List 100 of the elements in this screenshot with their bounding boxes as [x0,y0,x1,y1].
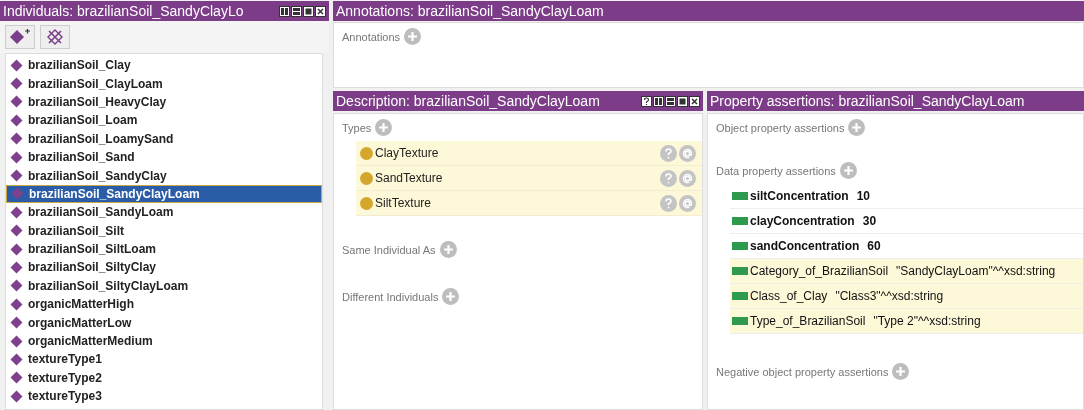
add-icon[interactable] [442,288,460,305]
at-sign-icon[interactable] [679,144,696,162]
diamond-icon [10,205,23,219]
data-property-row[interactable]: Type_of_BrazilianSoil "Type 2"^^xsd:string [730,309,1083,334]
property-icon [732,242,748,250]
individual-item[interactable]: brazilianSoil_SiltyClay [6,258,322,277]
individual-item[interactable]: organicMatterMedium [6,331,322,351]
horizontal-split-icon[interactable] [665,95,676,107]
diamond-icon [10,150,23,164]
property-name: siltConcentration [750,189,849,203]
add-icon[interactable] [848,119,866,136]
diamond-icon [10,389,23,403]
at-sign-icon[interactable] [679,169,696,187]
circle-icon [360,146,373,160]
circle-icon [360,196,373,210]
add-icon[interactable] [404,28,422,45]
add-icon[interactable] [375,119,393,136]
help-icon[interactable] [641,95,652,107]
diamond-icon [10,279,23,293]
individual-item[interactable]: brazilianSoil_SiltLoam [6,239,322,259]
crossed-diamond-icon [46,28,64,46]
diamond-icon [10,169,23,183]
individual-item[interactable]: brazilianSoil_SandyClayLoam [6,184,322,204]
panel-title: Annotations: brazilianSoil_SandyClayLoam [336,3,605,19]
individual-item[interactable]: brazilianSoil_SandyClay [6,166,322,185]
property-name: sandConcentration [750,239,860,253]
property-value: 60 [867,239,881,253]
section-label: Negative object property assertions [716,365,889,378]
add-individual-button[interactable] [5,25,35,49]
diamond-icon [10,242,23,256]
type-row[interactable]: SiltTexture [356,191,702,216]
add-icon[interactable] [892,363,910,380]
property-name: Category_of_BrazilianSoil [750,264,889,278]
individual-item[interactable]: organicMatterLow [6,313,322,332]
diamond-icon [10,371,23,385]
individual-item[interactable]: brazilianSoil_ClayLoam [6,74,322,93]
property-value: "Type 2"^^xsd:string [873,314,981,328]
individual-item[interactable]: brazilianSoil_LoamySand [6,129,322,148]
panel-title: Property assertions: brazilianSoil_SandyClayLoam [710,93,1026,109]
individual-item[interactable]: brazilianSoil_Loam [6,111,322,130]
panel-title: Individuals: brazilianSoil_SandyClayLo [3,3,245,19]
individual-item[interactable]: textureType1 [6,350,322,369]
at-sign-icon[interactable] [679,194,696,212]
diamond-icon [10,224,23,238]
individual-item[interactable]: brazilianSoil_Sand [6,147,322,167]
individual-item[interactable]: textureType2 [6,368,322,388]
close-icon[interactable] [315,5,326,17]
property-icon [732,292,748,300]
property-name: clayConcentration [750,214,855,228]
individual-item[interactable]: brazilianSoil_SandyLoam [6,203,322,222]
diamond-icon [10,334,23,348]
property-value: "SandyClayLoam"^^xsd:string [896,264,1056,278]
delete-individual-button[interactable] [40,25,70,49]
data-property-row[interactable]: siltConcentration 10 [730,184,1083,209]
property-icon [732,267,748,275]
individual-item[interactable]: brazilianSoil_Clay [6,56,322,75]
add-icon[interactable] [439,241,457,258]
diamond-icon [11,187,24,201]
type-row[interactable]: SandTexture [356,166,702,191]
panel-title: Description: brazilianSoil_SandyClayLoam [336,93,601,109]
diamond-plus-icon [9,29,31,45]
individual-item[interactable]: brazilianSoil_SiltyClayLoam [6,276,322,296]
individual-item[interactable]: organicMatterHigh [6,295,322,314]
data-property-row[interactable]: Class_of_Clay "Class3"^^xsd:string [730,284,1083,309]
diamond-icon [10,316,23,330]
diamond-icon [10,77,23,91]
section-label: Types [342,121,372,134]
diamond-icon [10,297,23,311]
add-icon[interactable] [839,162,857,179]
individual-item[interactable]: brazilianSoil_HeavyClay [6,92,322,112]
property-icon [732,317,748,325]
property-value: "Class3"^^xsd:string [835,289,944,303]
diamond-icon [10,58,23,72]
property-name: Type_of_BrazilianSoil [750,314,866,328]
property-icon [732,217,748,225]
circle-icon [360,171,373,185]
split-view-icon[interactable] [279,5,290,17]
diamond-icon [10,352,23,366]
maximize-icon[interactable] [303,5,314,17]
diamond-icon [10,132,23,146]
type-row[interactable]: ClayTexture [356,141,702,166]
individual-item[interactable]: brazilianSoil_Silt [6,221,322,240]
split-view-icon[interactable] [653,95,664,107]
diamond-icon [10,113,23,127]
diamond-icon [10,261,23,274]
individual-item[interactable]: textureType3 [6,387,322,406]
property-value: 30 [862,214,877,228]
section-label: Annotations [342,30,401,43]
diamond-icon [10,95,23,109]
section-label: Different Individuals [342,290,439,303]
data-property-row[interactable]: Category_of_BrazilianSoil "SandyClayLoam"^^xsd:string [730,259,1083,284]
property-name: Class_of_Clay [750,289,828,303]
data-property-row[interactable]: clayConcentration 30 [730,209,1083,234]
close-icon[interactable] [689,95,700,107]
maximize-icon[interactable] [677,95,688,107]
horizontal-split-icon[interactable] [291,5,302,17]
property-value: 10 [856,189,871,203]
section-label: Object property assertions [716,121,845,134]
property-icon [732,192,748,200]
section-label: Same Individual As [342,243,436,256]
